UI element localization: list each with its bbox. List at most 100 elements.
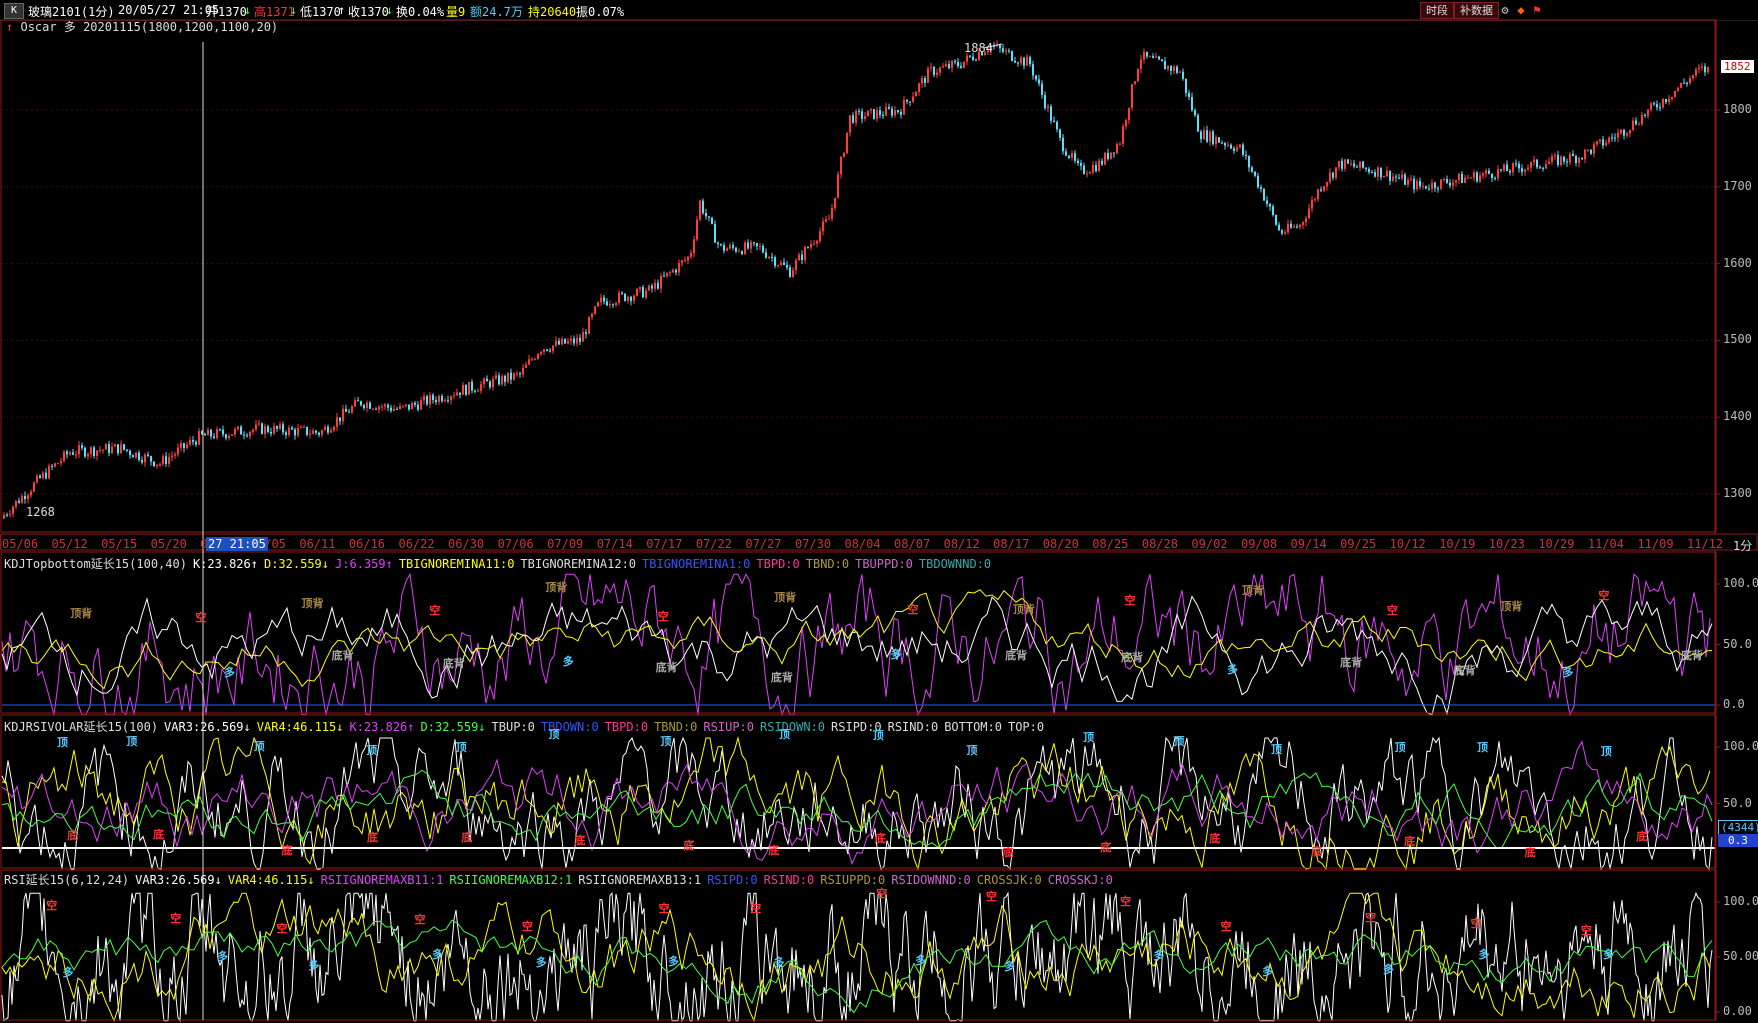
candle-body [1080, 163, 1082, 166]
candle-body [663, 275, 665, 277]
candle-body [66, 451, 68, 455]
candle-body [852, 115, 854, 123]
candle-body [1122, 126, 1124, 144]
candle-body [1341, 161, 1343, 169]
candle-body [1356, 166, 1358, 168]
candle-body [1335, 167, 1337, 178]
candle-body [474, 390, 476, 392]
candle-body [1668, 98, 1670, 103]
panel1-j-arrow-icon: ↑ [385, 557, 393, 571]
signal-marker: 底 [874, 831, 886, 845]
main-y-tick: 1300 [1723, 486, 1752, 500]
candle-body [1179, 71, 1181, 73]
rsi6-line [1, 891, 1713, 1023]
var3-line [1, 736, 1713, 871]
candle-body [303, 426, 305, 428]
candle-body [48, 465, 50, 479]
candle-body [1689, 78, 1691, 84]
candle-body [1311, 199, 1313, 209]
main-y-tick: 1800 [1723, 102, 1752, 116]
candle-body [1530, 162, 1532, 168]
candle-body [237, 426, 239, 429]
candle-body [276, 426, 278, 429]
candle-body [1629, 129, 1631, 134]
signal-marker: 底 [683, 838, 695, 852]
signal-marker: 底 [461, 830, 473, 844]
signal-marker: 底 [153, 827, 165, 841]
candle-body [1422, 185, 1424, 187]
chart-canvas[interactable] [0, 0, 1758, 1023]
candle-body [918, 83, 920, 93]
candle-body [708, 216, 710, 218]
candle-body [111, 446, 113, 454]
signal-marker: 顶 [1600, 745, 1612, 759]
candle-body [723, 245, 725, 251]
candle-body [1299, 224, 1301, 228]
candle-body [36, 475, 38, 483]
candle-body [864, 116, 866, 119]
candle-body [1101, 160, 1103, 165]
candle-body [801, 254, 803, 261]
candle-body [1695, 69, 1697, 76]
main-frame [0, 19, 1717, 533]
candle-body [1017, 62, 1019, 64]
signal-marker: 多 [223, 666, 235, 680]
candle-body [1269, 203, 1271, 207]
candle-body [270, 431, 272, 434]
signal-marker: 顶背 [545, 581, 568, 595]
candle-body [786, 264, 788, 268]
panel3-var4: VAR4:46.115 [227, 873, 308, 887]
panel1-y-tick: 0.0 [1723, 697, 1745, 711]
signal-marker: 顶 [548, 728, 560, 742]
candle-body [1185, 78, 1187, 93]
candle-body [1062, 137, 1064, 152]
candle-body [1482, 173, 1484, 176]
candle-body [1425, 185, 1427, 189]
candle-body [99, 449, 101, 451]
signal-marker: 多 [1603, 947, 1615, 961]
candle-body [924, 78, 926, 83]
date-tick: 08/25 [1092, 537, 1129, 551]
candle-body [357, 400, 359, 402]
candle-body [459, 392, 461, 395]
panel2-f3: TBPD:0 [604, 720, 649, 734]
candle-body [1131, 84, 1133, 108]
candle-body [762, 246, 764, 253]
candle-body [1149, 56, 1151, 58]
candle-body [1620, 129, 1622, 133]
candle-body [960, 66, 962, 68]
signal-marker: 多 [562, 654, 574, 668]
candle-body [348, 411, 350, 413]
candle-body [6, 514, 8, 516]
signal-marker: 空 [657, 609, 669, 623]
candle-body [1305, 218, 1307, 223]
candle-body [1560, 156, 1562, 165]
panel3-name: RSI延长15(6,12,24) [4, 873, 130, 887]
candle-body [351, 406, 353, 413]
candle-body [258, 423, 260, 425]
panel3-y-tick: 0.00 [1723, 1004, 1752, 1018]
candle-body [1302, 222, 1304, 225]
candle-body [900, 111, 902, 115]
signal-marker: 空 [658, 902, 670, 916]
signal-marker: 多 [1478, 947, 1490, 961]
candle-body [189, 440, 191, 445]
candle-body [1173, 66, 1175, 71]
candle-body [63, 451, 65, 461]
candle-body [780, 262, 782, 266]
candle-body [279, 424, 281, 429]
candle-body [516, 373, 518, 375]
candle-body [3, 514, 5, 519]
panel1-f4: TBPD:0 [756, 557, 800, 571]
candle-body [795, 260, 797, 271]
signal-marker: 底 [1209, 831, 1221, 845]
candle-body [471, 381, 473, 391]
candle-body [1197, 115, 1199, 132]
candle-body [1065, 151, 1067, 156]
candle-body [318, 432, 320, 435]
candle-body [1548, 161, 1550, 165]
candle-body [702, 200, 704, 214]
candle-body [1464, 177, 1466, 183]
panel1-j: J:6.359 [335, 557, 386, 571]
candle-body [1206, 130, 1208, 142]
